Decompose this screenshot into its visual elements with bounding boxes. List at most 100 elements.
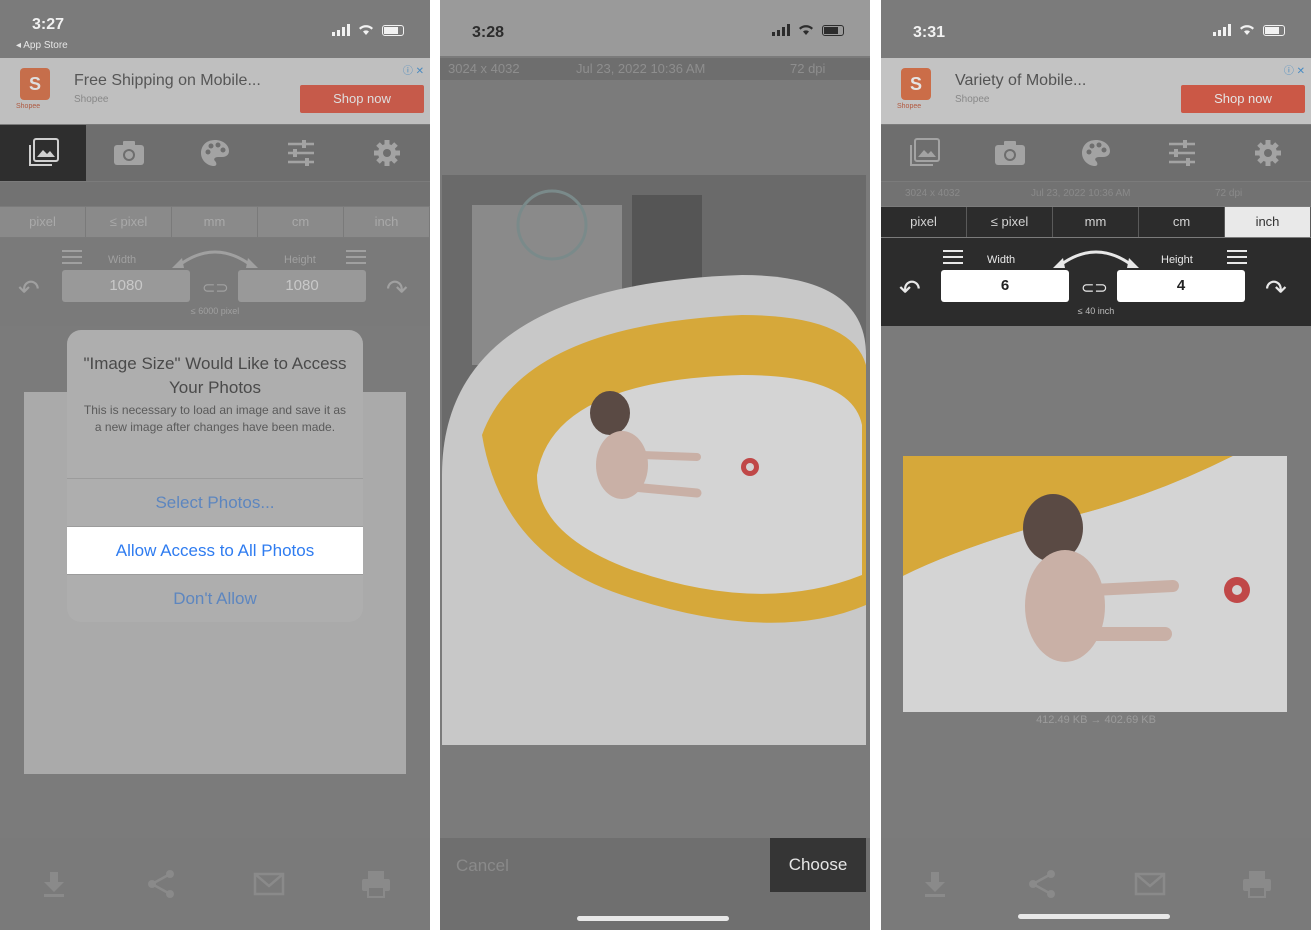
shopee-logo: S	[901, 68, 931, 100]
download-icon[interactable]	[0, 838, 108, 930]
width-presets-menu-icon[interactable]	[62, 250, 82, 264]
status-bar: 3:27 ◂ App Store	[0, 0, 430, 56]
status-icons	[772, 24, 844, 36]
size-editor: Width Height ↶ 1080 ⊂⊃ 1080 ↷ ≤ 6000 pix…	[0, 238, 430, 326]
choose-button[interactable]: Choose	[770, 838, 866, 892]
screen-photo-picker: 3:28 3024 x 4032 Jul 23, 2022 10:36 AM 7…	[440, 0, 870, 930]
print-icon[interactable]	[1204, 838, 1312, 930]
file-size-change: 412.49 KB → 402.69 KB	[1036, 714, 1156, 726]
width-input[interactable]: 6	[941, 270, 1069, 302]
wifi-icon	[799, 25, 813, 35]
mail-icon[interactable]	[215, 838, 323, 930]
unit-mm-tab[interactable]: mm	[1053, 207, 1139, 237]
width-label: Width	[987, 254, 1016, 266]
dont-allow-button[interactable]: Don't Allow	[67, 574, 363, 622]
status-icons	[1213, 24, 1285, 36]
wifi-icon	[359, 25, 373, 35]
download-icon[interactable]	[881, 838, 989, 930]
unit-max-pixel-tab[interactable]: ≤ pixel	[967, 207, 1053, 237]
unit-selector: pixel ≤ pixel mm cm inch	[881, 207, 1311, 237]
adjustments-icon[interactable]	[1139, 125, 1225, 181]
ad-banner[interactable]: S Shopee Free Shipping on Mobile... Shop…	[0, 58, 430, 124]
image-info-row	[0, 182, 430, 206]
bottom-action-bar	[0, 838, 430, 930]
photo-date: Jul 23, 2022 10:36 AM	[576, 61, 706, 76]
aspect-lock-link-icon[interactable]: ⊂⊃	[1081, 278, 1108, 298]
aspect-lock-link-icon[interactable]: ⊂⊃	[202, 278, 229, 298]
shopee-logo-caption: Shopee	[16, 103, 41, 110]
unit-cm-tab[interactable]: cm	[258, 207, 344, 237]
ad-choices-icon[interactable]: ⓘ ✕	[1284, 62, 1305, 77]
cancel-button[interactable]: Cancel	[456, 856, 509, 876]
max-size-caption: ≤ 40 inch	[1077, 306, 1115, 316]
height-presets-menu-icon[interactable]	[1227, 250, 1247, 264]
redo-icon[interactable]: ↷	[386, 274, 408, 305]
ad-banner[interactable]: S Shopee Variety of Mobile... Shopee ⓘ ✕…	[881, 58, 1311, 124]
home-indicator	[577, 916, 729, 921]
settings-gear-icon[interactable]	[344, 125, 430, 181]
battery-icon	[822, 24, 844, 36]
image-info-row: 3024 x 4032 Jul 23, 2022 10:36 AM 72 dpi	[881, 182, 1311, 206]
ad-title: Free Shipping on Mobile...	[74, 72, 261, 89]
battery-icon	[382, 24, 404, 36]
size-editor: Width Height ↶ 6 ⊂⊃ 4 ↷ ≤ 40 inch	[881, 238, 1311, 326]
max-size-caption: ≤ 6000 pixel	[190, 306, 240, 316]
undo-icon[interactable]: ↶	[899, 274, 921, 305]
height-label: Height	[284, 254, 316, 266]
camera-icon[interactable]	[967, 125, 1053, 181]
camera-icon[interactable]	[86, 125, 172, 181]
unit-pixel-tab[interactable]: pixel	[881, 207, 967, 237]
ad-advertiser: Shopee	[74, 94, 109, 105]
image-dimensions: 3024 x 4032	[905, 188, 961, 199]
adjustments-icon[interactable]	[258, 125, 344, 181]
photo-permission-alert: "Image Size" Would Like to Access Your P…	[67, 330, 363, 622]
cellular-signal-icon	[332, 24, 350, 36]
width-input[interactable]: 1080	[62, 270, 190, 302]
allow-all-photos-button[interactable]: Allow Access to All Photos	[67, 526, 363, 574]
swap-dimensions-icon[interactable]	[1051, 244, 1141, 270]
undo-icon[interactable]: ↶	[18, 274, 40, 305]
photo-library-icon[interactable]	[881, 125, 967, 181]
redo-icon[interactable]: ↷	[1265, 274, 1287, 305]
cellular-signal-icon	[772, 24, 790, 36]
shopee-logo: S	[20, 68, 50, 100]
ad-choices-icon[interactable]: ⓘ ✕	[403, 62, 424, 77]
shopee-logo-caption: Shopee	[897, 103, 922, 110]
palette-icon[interactable]	[172, 125, 258, 181]
unit-pixel-tab[interactable]: pixel	[0, 207, 86, 237]
resized-image-preview	[903, 456, 1287, 712]
unit-inch-tab[interactable]: inch	[344, 207, 430, 237]
select-photos-button[interactable]: Select Photos...	[67, 478, 363, 526]
unit-inch-tab[interactable]: inch	[1225, 207, 1311, 237]
print-icon[interactable]	[323, 838, 431, 930]
unit-selector: pixel ≤ pixel mm cm inch	[0, 207, 430, 237]
wifi-icon	[1240, 25, 1254, 35]
ad-shop-now-button[interactable]: Shop now	[1181, 85, 1305, 113]
photo-library-icon[interactable]	[0, 125, 86, 181]
height-input[interactable]: 1080	[238, 270, 366, 302]
swap-dimensions-icon[interactable]	[170, 244, 260, 270]
palette-icon[interactable]	[1053, 125, 1139, 181]
ad-title: Variety of Mobile...	[955, 72, 1087, 89]
child-in-pool-image	[442, 175, 866, 745]
selected-photo	[442, 175, 866, 745]
screen-permission-dialog: 3:27 ◂ App Store S Shopee Free Shipping …	[0, 0, 430, 930]
alert-title: "Image Size" Would Like to Access Your P…	[83, 354, 347, 397]
status-time: 3:31	[913, 24, 946, 41]
height-input[interactable]: 4	[1117, 270, 1245, 302]
settings-gear-icon[interactable]	[1225, 125, 1311, 181]
width-presets-menu-icon[interactable]	[943, 250, 963, 264]
back-to-app-store-link[interactable]: ◂ App Store	[16, 40, 68, 51]
main-toolbar	[881, 125, 1311, 181]
height-presets-menu-icon[interactable]	[346, 250, 366, 264]
unit-max-pixel-tab[interactable]: ≤ pixel	[86, 207, 172, 237]
picker-bottom-bar: Cancel Choose	[440, 838, 870, 930]
photo-metadata-bar: 3024 x 4032 Jul 23, 2022 10:36 AM 72 dpi	[440, 58, 870, 80]
ad-shop-now-button[interactable]: Shop now	[300, 85, 424, 113]
status-time: 3:27	[32, 16, 65, 33]
share-icon[interactable]	[108, 838, 216, 930]
unit-cm-tab[interactable]: cm	[1139, 207, 1225, 237]
battery-icon	[1263, 24, 1285, 36]
home-indicator	[1018, 914, 1170, 919]
unit-mm-tab[interactable]: mm	[172, 207, 258, 237]
